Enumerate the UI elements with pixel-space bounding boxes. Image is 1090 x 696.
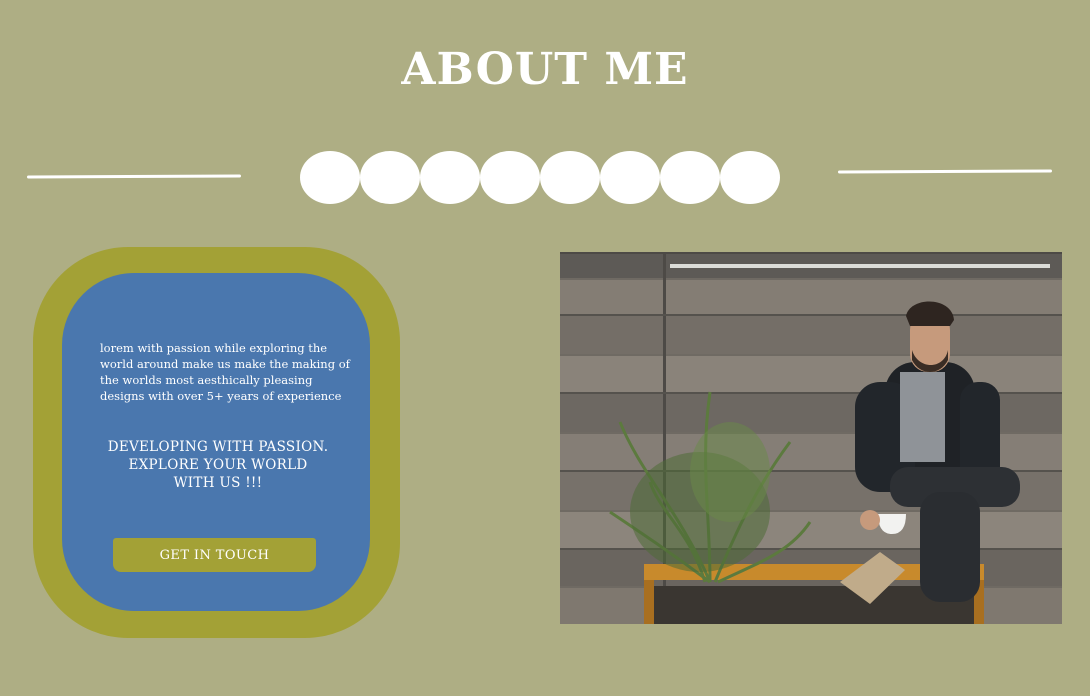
tagline-line: WITH US !!! (173, 475, 263, 491)
divider-line-right (837, 169, 1053, 174)
portrait-photo (560, 252, 1062, 624)
divider-dot (300, 151, 360, 204)
decorative-dots (300, 151, 780, 204)
bio-text: lorem with passion while exploring the w… (100, 341, 350, 403)
divider-line-left (26, 174, 242, 179)
get-in-touch-button[interactable]: GET IN TOUCH (113, 538, 316, 572)
person-portrait-photo-icon (560, 252, 1062, 624)
divider-dot (360, 151, 420, 204)
tagline-line: EXPLORE YOUR WORLD (128, 457, 308, 473)
divider-dot (600, 151, 660, 204)
divider-dot (540, 151, 600, 204)
tagline: DEVELOPING WITH PASSION. EXPLORE YOUR WO… (96, 438, 340, 492)
divider-dot (420, 151, 480, 204)
divider-dot (480, 151, 540, 204)
divider-dot (660, 151, 720, 204)
divider-dot (720, 151, 780, 204)
tagline-line: DEVELOPING WITH PASSION. (107, 439, 329, 455)
page-title: ABOUT ME (401, 44, 689, 95)
